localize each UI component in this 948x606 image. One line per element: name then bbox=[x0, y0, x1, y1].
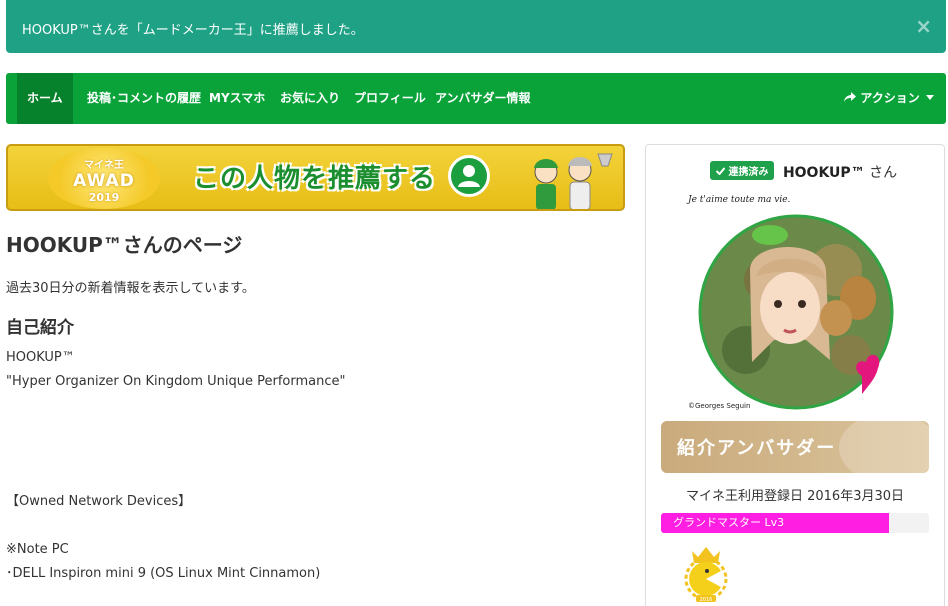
intro-line: 【Owned Network Devices】 bbox=[6, 494, 192, 509]
self-intro-heading: 自己紹介 bbox=[6, 318, 74, 338]
nav-my-smartphone[interactable]: MYスマホ bbox=[199, 73, 275, 124]
person-icon bbox=[448, 155, 490, 197]
linked-badge-label: 連携済み bbox=[728, 167, 769, 178]
nav-favorites[interactable]: お気に入り bbox=[270, 73, 350, 124]
share-arrow-icon bbox=[844, 92, 857, 102]
profile-sidebar: 連携済み HOOKUP™ さん Je t'aime toute ma vie. … bbox=[645, 144, 945, 606]
award-badge-year: 2019 bbox=[88, 191, 120, 204]
ambassador-label: 紹介アンバサダー bbox=[677, 438, 837, 459]
recommend-banner[interactable]: マイネ王 AWAD 2019 この人物を推薦する bbox=[6, 144, 625, 211]
registration-date: マイネ王利用登録日 2016年3月30日 bbox=[685, 489, 905, 504]
caret-down-icon bbox=[926, 95, 934, 100]
ambassador-swirl-decoration bbox=[839, 421, 929, 473]
avatar-credit: ©Georges Seguin bbox=[688, 402, 750, 410]
award-badge: マイネ王 AWAD 2019 bbox=[48, 148, 160, 209]
avatar-caption: Je t'aime toute ma vie. bbox=[686, 195, 791, 205]
page-subtitle: 過去30日分の新着情報を表示しています。 bbox=[6, 281, 255, 296]
intro-line: HOOKUP™ bbox=[6, 350, 75, 365]
nav-post-history[interactable]: 投稿･コメントの履歴 bbox=[77, 73, 211, 124]
profile-username-suffix: さん bbox=[869, 165, 898, 181]
award-badge-title: AWAD bbox=[73, 171, 135, 191]
alert-message: HOOKUP™さんを「ムードメーカー王」に推薦しました。 bbox=[22, 23, 364, 38]
intro-line: "Hyper Organizer On Kingdom Unique Perfo… bbox=[6, 374, 346, 389]
mascot-characters-illustration bbox=[534, 153, 613, 209]
medal-year: 2016 bbox=[700, 597, 713, 603]
rank-progress: グランドマスター Lv3 bbox=[661, 513, 929, 533]
check-icon bbox=[715, 167, 726, 176]
profile-name-row: 連携済み HOOKUP™ さん bbox=[710, 161, 897, 182]
self-intro-text: HOOKUP™ "Hyper Organizer On Kingdom Uniq… bbox=[6, 346, 345, 586]
linked-badge: 連携済み bbox=[710, 161, 775, 180]
award-badge-name: マイネ王 bbox=[84, 160, 124, 171]
action-dropdown[interactable]: アクション bbox=[844, 73, 934, 124]
action-label: アクション bbox=[860, 91, 920, 105]
page-title: HOOKUP™さんのページ bbox=[6, 233, 243, 257]
rank-progress-fill: グランドマスター Lv3 bbox=[661, 513, 889, 533]
profile-avatar[interactable]: Je t'aime toute ma vie. ©Georges Seguin bbox=[686, 190, 906, 410]
profile-username: HOOKUP™ bbox=[782, 165, 865, 181]
close-icon[interactable]: × bbox=[915, 14, 932, 38]
recommend-alert: HOOKUP™さんを「ムードメーカー王」に推薦しました。 × bbox=[6, 0, 946, 53]
nav-profile[interactable]: プロフィール bbox=[344, 73, 436, 124]
award-medal-icon: 2016 bbox=[684, 547, 728, 603]
nav-ambassador-info[interactable]: アンバサダー情報 bbox=[425, 73, 541, 124]
intro-line: ･DELL Inspiron mini 9 (OS Linux Mint Cin… bbox=[6, 566, 321, 581]
recommend-cta-text: この人物を推薦する bbox=[193, 164, 437, 194]
intro-line: ※Note PC bbox=[6, 542, 69, 557]
main-navbar: ホーム 投稿･コメントの履歴 MYスマホ お気に入り プロフィール アンバサダー… bbox=[6, 73, 946, 124]
nav-home[interactable]: ホーム bbox=[17, 73, 73, 124]
ambassador-banner[interactable]: 紹介アンバサダー bbox=[661, 421, 929, 473]
